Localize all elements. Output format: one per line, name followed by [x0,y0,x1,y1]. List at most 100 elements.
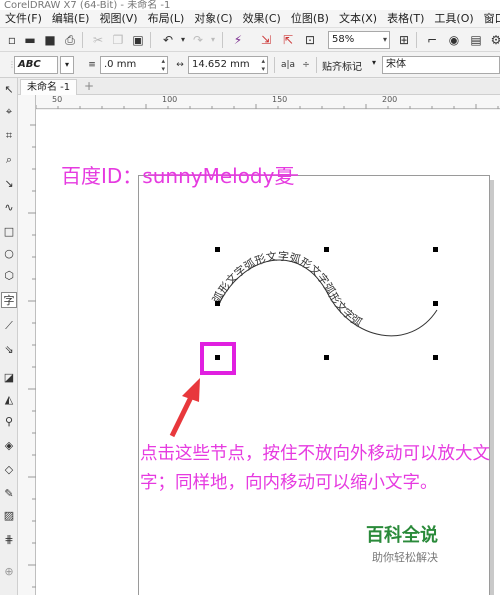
print-icon[interactable]: ⎙ [62,32,78,48]
selection-handle[interactable] [433,301,438,306]
paste-icon[interactable]: ▣ [130,32,146,48]
menu-effects[interactable]: 效果(C) [238,10,286,28]
selection-handle[interactable] [324,247,329,252]
menu-edit[interactable]: 编辑(E) [47,10,95,28]
spinner-icon[interactable]: ▴ ▾ [161,57,165,73]
publish-pdf-icon[interactable]: ⊡ [302,32,318,48]
rectangle-tool-icon[interactable]: □ [1,224,17,240]
menu-object[interactable]: 对象(C) [189,10,237,28]
save-icon[interactable]: ■ [42,32,58,48]
import-icon[interactable]: ⇲ [258,32,274,48]
new-document-icon[interactable]: ▫ [4,32,20,48]
smart-fill-icon[interactable]: ◇ [1,462,17,478]
property-bar: ⋮ ABC ▾ ≡ .0 mm ▴ ▾ ↔ 14.652 mm ▴ ▾ a|a ÷ … [0,52,500,78]
ruler-ticks-graphic [28,124,36,588]
menu-tools[interactable]: 工具(O) [429,10,478,28]
redo-dropdown-icon[interactable]: ▾ [205,32,221,48]
artistic-media-icon[interactable]: ∿ [1,200,17,216]
copy-icon[interactable]: ❐ [110,32,126,48]
selection-handle[interactable] [215,355,220,360]
outline-pen-icon[interactable]: ✎ [1,486,17,502]
chevron-down-icon: ▾ [64,60,69,69]
undo-icon[interactable]: ↶ [160,32,176,48]
watermark-title: 百科全说 [366,525,438,546]
mirror-vertical-icon[interactable]: ÷ [298,57,314,73]
crop-tool-icon[interactable]: ⌗ [1,128,17,144]
fill-tool-icon[interactable]: ◈ [1,438,17,454]
heading-text[interactable]: 百度ID：sunnyMelody夏 [61,160,294,189]
chevron-down-icon: ▾ [382,35,387,44]
redo-icon[interactable]: ↷ [190,32,206,48]
selection-handle[interactable] [433,247,438,252]
connector-tool-icon[interactable]: ⇘ [1,342,17,358]
zoom-levels-dropdown[interactable]: 58% ▾ [328,31,390,49]
shape-tool-icon[interactable]: ⌖ [1,104,17,120]
show-rulers-icon[interactable]: ⌐ [424,32,440,48]
coreldraw-window: CorelDRAW X7 (64-Bit) - 未命名 -1 文件(F) 编辑(… [0,0,500,595]
text-style-glyph: ABC [18,59,41,70]
mesh-fill-icon[interactable]: ⋕ [1,532,17,548]
drop-shadow-icon[interactable]: ◪ [1,370,17,386]
menu-bitmaps[interactable]: 位图(B) [286,10,334,28]
separator [82,32,83,48]
options-icon[interactable]: ⚙ [488,32,500,48]
watermark-subtitle: 助你轻松解决 [372,551,438,564]
undo-dropdown-icon[interactable]: ▾ [175,32,191,48]
export-icon[interactable]: ⇱ [280,32,296,48]
toolbox: ↖ ⌖ ⌗ ⌕ ↘ ∿ □ ○ ⬡ 字 ⟋ ⇘ ◪ ◭ ⚲ ◈ ◇ ✎ ▨ ⋕ … [0,78,18,595]
pick-tool-icon[interactable]: ↖ [1,82,17,98]
document-tab[interactable]: 未命名 -1 [20,79,78,95]
parallel-dimension-icon[interactable]: ⟋ [1,318,17,334]
zoom-tool-icon[interactable]: ⌕ [1,152,17,168]
distance-value: .0 mm [104,59,137,70]
freehand-tool-icon[interactable]: ↘ [1,176,17,192]
distance-from-path-field[interactable]: .0 mm ▴ ▾ [100,56,168,74]
separator [416,32,417,48]
selection-handle[interactable] [433,355,438,360]
eyedropper-icon[interactable]: ⚲ [1,414,17,430]
menu-file[interactable]: 文件(F) [0,10,47,28]
snap-marks-button[interactable]: 贴齐标记 [322,58,362,73]
font-list-dropdown[interactable]: 宋体 [382,56,500,74]
instruction-caption[interactable]: 点击这些节点，按住不放向外移动可以放大文字；同样地，向内移动可以缩小文字。 [140,440,495,498]
full-screen-preview-icon[interactable]: ⊞ [396,32,412,48]
offset-field[interactable]: 14.652 mm ▴ ▾ [188,56,268,74]
show-grid-icon[interactable]: ◉ [446,32,462,48]
transparency-icon[interactable]: ◭ [1,392,17,408]
menu-bar: 文件(F) 编辑(E) 视图(V) 布局(L) 对象(C) 效果(C) 位图(B… [0,10,500,28]
spinner-icon[interactable]: ▴ ▾ [261,57,265,73]
cut-icon[interactable]: ✂ [90,32,106,48]
vertical-ruler[interactable] [18,95,36,595]
text-style-preview[interactable]: ABC [14,56,58,74]
menu-table[interactable]: 表格(T) [382,10,429,28]
menu-text[interactable]: 文本(X) [334,10,382,28]
chevron-down-icon[interactable]: ▾ [372,58,376,67]
offset-icon: ↔ [176,60,184,70]
mirror-horizontal-icon[interactable]: a|a [280,57,296,73]
separator [274,57,275,73]
title-bar: CorelDRAW X7 (64-Bit) - 未命名 -1 [0,0,500,10]
document-tab-bar: 未命名 -1 + [18,79,500,95]
selection-handle[interactable] [215,301,220,306]
menu-layout[interactable]: 布局(L) [143,10,190,28]
window-title: CorelDRAW X7 (64-Bit) - 未命名 -1 [4,0,171,10]
open-folder-icon[interactable]: ▬ [22,32,38,48]
add-tool-icon[interactable]: ⊕ [1,564,17,580]
selection-handle[interactable] [324,355,329,360]
indent-distance-icon: ≡ [88,60,96,70]
menu-view[interactable]: 视图(V) [94,10,142,28]
text-style-dropdown[interactable]: ▾ [60,56,74,74]
search-content-icon[interactable]: ⚡ [230,32,246,48]
interactive-fill-icon[interactable]: ▨ [1,508,17,524]
font-name: 宋体 [386,59,406,70]
menu-window[interactable]: 窗口(W) [479,10,500,28]
ellipse-tool-icon[interactable]: ○ [1,246,17,262]
text-tool-icon[interactable]: 字 [1,292,17,308]
polygon-tool-icon[interactable]: ⬡ [1,268,17,284]
horizontal-ruler[interactable]: 50 100 150 200 [36,95,500,109]
snap-to-icon[interactable]: ▤ [468,32,484,48]
separator [150,32,151,48]
add-tab-icon[interactable]: + [84,79,94,94]
ruler-ticks-graphic [36,104,499,109]
selection-handle[interactable] [215,247,220,252]
